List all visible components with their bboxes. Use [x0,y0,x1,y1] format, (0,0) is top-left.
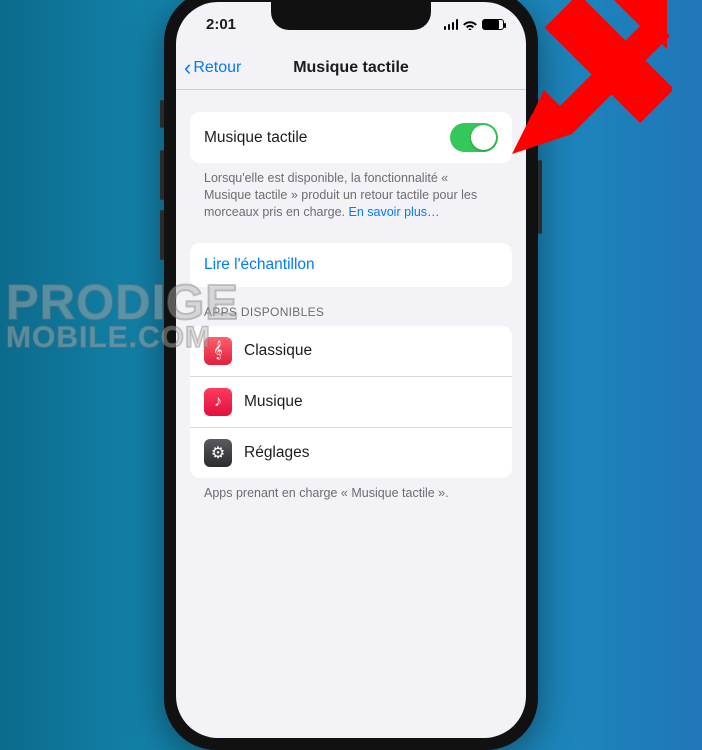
learn-more-link[interactable]: En savoir plus… [349,205,440,219]
phone-frame: 2:01 ‹ Retour Musique tactile [164,0,538,750]
gear-icon: ⚙ [204,439,232,467]
watermark-line1: PRODIGE [6,282,239,325]
cellular-icon [444,19,459,30]
side-button [160,100,164,128]
volume-up-button [160,150,164,200]
app-label: Réglages [244,444,498,462]
back-label: Retour [193,59,241,77]
toggle-label: Musique tactile [204,129,450,147]
status-icons [444,18,505,30]
chevron-left-icon: ‹ [184,57,191,79]
screen: 2:01 ‹ Retour Musique tactile [176,2,526,738]
icon-glyph: ⚙ [211,443,225,463]
toggle-row-musique-tactile[interactable]: Musique tactile [190,112,512,163]
watermark: PRODIGE MOBILE.COM [6,282,239,352]
toggle-switch[interactable] [450,123,498,152]
volume-down-button [160,210,164,260]
apps-footer: Apps prenant en charge « Musique tactile… [176,478,526,502]
back-button[interactable]: ‹ Retour [184,57,241,79]
app-label: Musique [244,393,498,411]
toggle-description: Lorsqu'elle est disponible, la fonctionn… [176,163,526,221]
play-sample-label: Lire l'échantillon [204,256,498,274]
notch [271,2,431,30]
app-row-reglages[interactable]: ⚙ Réglages [190,427,512,478]
watermark-line2: MOBILE.COM [6,325,239,351]
app-icon-musique: ♪ [204,388,232,416]
app-label: Classique [244,342,498,360]
status-time: 2:01 [206,16,236,33]
nav-bar: ‹ Retour Musique tactile [176,46,526,90]
battery-icon [482,19,504,30]
power-button [538,160,542,234]
icon-glyph: ♪ [214,393,222,411]
app-row-musique[interactable]: ♪ Musique [190,376,512,427]
wifi-icon [462,18,478,30]
